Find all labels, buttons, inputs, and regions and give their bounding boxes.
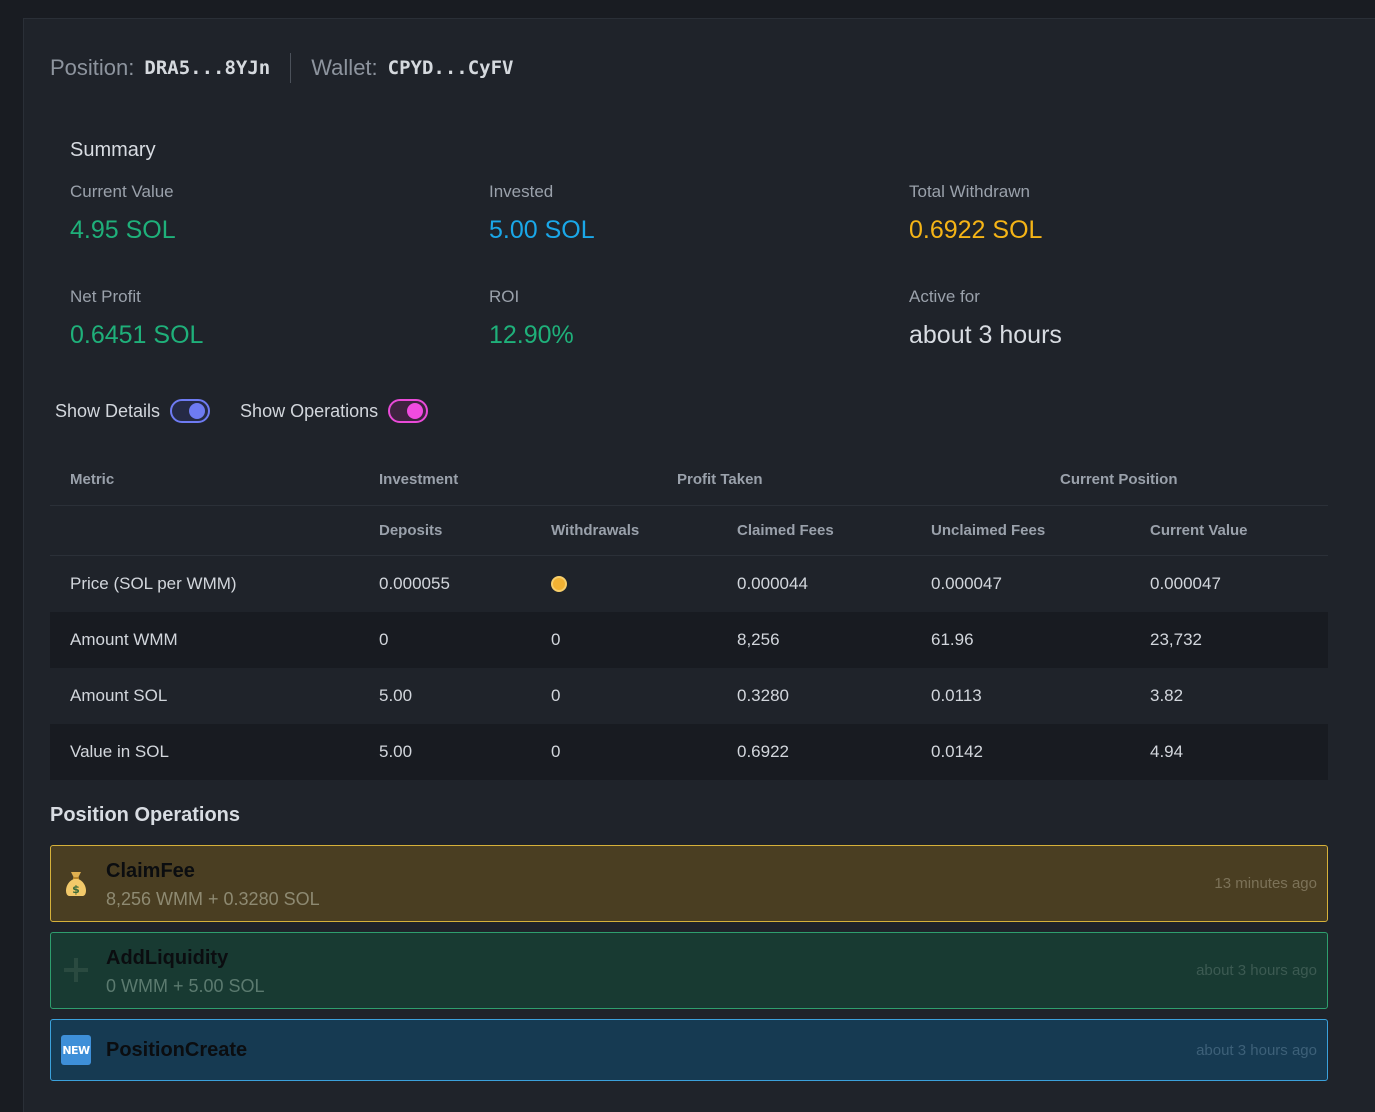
cell-current-value: 0.000047: [1150, 574, 1221, 593]
operation-time: about 3 hours ago: [1196, 1042, 1317, 1059]
wallet-address[interactable]: CPYD...CyFV: [388, 57, 514, 79]
stat-value: 0.6922 SOL: [909, 216, 1043, 244]
show-operations-toggle[interactable]: [388, 399, 429, 423]
cell-deposits: 0.000055: [379, 574, 450, 593]
stat-label: Current Value: [70, 182, 174, 201]
table-row: Amount WMM 0 0 8,256 61.96 23,732: [50, 612, 1328, 668]
summary-title: Summary: [70, 139, 156, 161]
position-panel: Position: DRA5...8YJn Wallet: CPYD...CyF…: [23, 18, 1375, 1112]
cell-deposits: 5.00: [379, 686, 413, 705]
stat-value: 5.00 SOL: [489, 216, 595, 244]
details-table: Metric Investment Profit Taken Current P…: [50, 454, 1328, 780]
header-current-value: Current Value: [1150, 522, 1248, 539]
operation-type: PositionCreate: [106, 1039, 248, 1061]
cell-unclaimed-fees: 61.96: [931, 630, 974, 649]
cell-metric: Price (SOL per WMM): [70, 574, 237, 593]
cell-withdrawals: [551, 556, 567, 612]
stat-net-profit: Net Profit 0.6451 SOL: [70, 287, 203, 350]
view-toggles: Show Details Show Operations: [55, 399, 458, 423]
operation-position-create[interactable]: NEW PositionCreate about 3 hours ago: [50, 1019, 1328, 1081]
operation-detail: 8,256 WMM + 0.3280 SOL: [106, 889, 320, 909]
position-address[interactable]: DRA5...8YJn: [144, 57, 270, 79]
header-claimed-fees: Claimed Fees: [737, 522, 834, 539]
stat-total-withdrawn: Total Withdrawn 0.6922 SOL: [909, 182, 1042, 245]
stat-label: Invested: [489, 182, 554, 201]
header-investment: Investment: [379, 471, 459, 488]
cell-metric: Value in SOL: [70, 742, 169, 761]
cell-unclaimed-fees: 0.0142: [931, 742, 983, 761]
stat-value: 0.6451 SOL: [70, 321, 204, 349]
show-operations-label: Show Operations: [240, 400, 379, 421]
cell-metric: Amount WMM: [70, 630, 178, 649]
coin-icon: [551, 576, 567, 592]
cell-unclaimed-fees: 0.0113: [931, 686, 982, 705]
stat-value: about 3 hours: [909, 321, 1062, 349]
cell-claimed-fees: 0.000044: [737, 574, 808, 593]
cell-deposits: 5.00: [379, 742, 413, 761]
money-bag-icon: $: [61, 868, 91, 898]
cell-metric: Amount SOL: [70, 686, 168, 705]
cell-withdrawals: 0: [551, 630, 561, 649]
operation-claim-fee[interactable]: $ ClaimFee 8,256 WMM + 0.3280 SOL 13 min…: [50, 845, 1328, 922]
cell-withdrawals: 0: [551, 686, 561, 705]
header-divider: [290, 53, 292, 83]
cell-withdrawals: 0: [551, 742, 561, 761]
new-badge-text: NEW: [61, 1035, 91, 1065]
stat-label: Net Profit: [70, 287, 141, 306]
stat-invested: Invested 5.00 SOL: [489, 182, 595, 245]
new-badge-icon: NEW: [61, 1035, 91, 1065]
toggle-knob: [189, 403, 206, 419]
cell-current-value: 3.82: [1150, 686, 1184, 705]
header-unclaimed-fees: Unclaimed Fees: [931, 522, 1046, 539]
show-details-label: Show Details: [55, 400, 161, 421]
table-row: Price (SOL per WMM) 0.000055 0.000044 0.…: [50, 556, 1328, 612]
operation-type: AddLiquidity: [106, 947, 229, 969]
cell-claimed-fees: 8,256: [737, 630, 780, 649]
stat-label: Active for: [909, 287, 980, 306]
plus-icon: [61, 955, 91, 985]
header-metric: Metric: [70, 471, 115, 488]
header-profit-taken: Profit Taken: [677, 471, 763, 488]
operation-time: 13 minutes ago: [1214, 875, 1317, 892]
table-row: Amount SOL 5.00 0 0.3280 0.0113 3.82: [50, 668, 1328, 724]
stat-label: ROI: [489, 287, 520, 306]
header-withdrawals: Withdrawals: [551, 522, 640, 539]
stat-value: 4.95 SOL: [70, 216, 176, 244]
position-header: Position: DRA5...8YJn Wallet: CPYD...CyF…: [50, 53, 514, 83]
header-current-position: Current Position: [1060, 471, 1178, 488]
operations-title: Position Operations: [50, 804, 241, 826]
table-row: Value in SOL 5.00 0 0.6922 0.0142 4.94: [50, 724, 1328, 780]
toggle-knob: [407, 403, 424, 419]
table-group-header: Metric Investment Profit Taken Current P…: [50, 454, 1328, 506]
cell-claimed-fees: 0.3280: [737, 686, 789, 705]
stat-value: 12.90%: [489, 321, 574, 349]
position-label: Position:: [50, 55, 135, 80]
table-column-header: Deposits Withdrawals Claimed Fees Unclai…: [50, 506, 1328, 556]
stat-label: Total Withdrawn: [909, 182, 1030, 201]
operation-detail: 0 WMM + 5.00 SOL: [106, 976, 265, 996]
svg-text:$: $: [72, 883, 80, 896]
cell-unclaimed-fees: 0.000047: [931, 574, 1002, 593]
show-details-toggle[interactable]: [170, 399, 211, 423]
cell-deposits: 0: [379, 630, 389, 649]
operation-add-liquidity[interactable]: AddLiquidity 0 WMM + 5.00 SOL about 3 ho…: [50, 932, 1328, 1009]
cell-current-value: 23,732: [1150, 630, 1202, 649]
cell-claimed-fees: 0.6922: [737, 742, 789, 761]
cell-current-value: 4.94: [1150, 742, 1184, 761]
stat-roi: ROI 12.90%: [489, 287, 574, 350]
wallet-label: Wallet:: [311, 55, 378, 80]
operation-type: ClaimFee: [106, 860, 195, 882]
operation-time: about 3 hours ago: [1196, 962, 1317, 979]
stat-active-for: Active for about 3 hours: [909, 287, 1062, 350]
stat-current-value: Current Value 4.95 SOL: [70, 182, 176, 245]
header-deposits: Deposits: [379, 522, 443, 539]
